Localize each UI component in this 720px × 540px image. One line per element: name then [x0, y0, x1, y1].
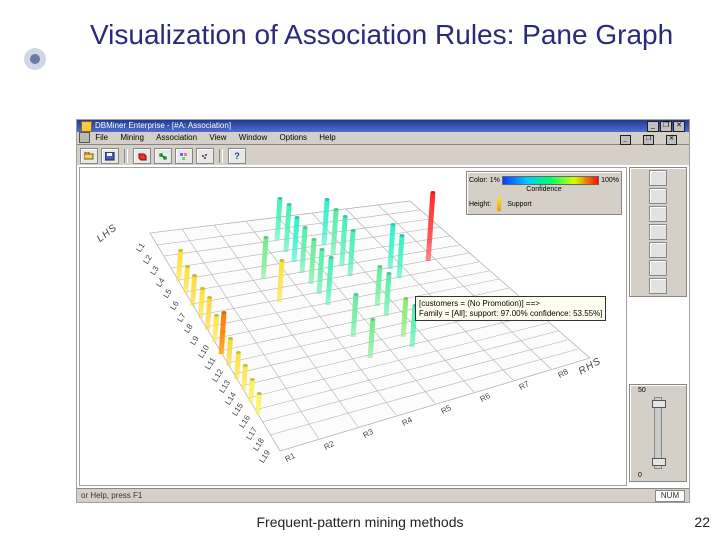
page-number: 22	[694, 514, 710, 530]
menu-view[interactable]: View	[209, 132, 226, 144]
statusbar-text: or Help, press F1	[81, 491, 142, 500]
tooltip-line1: [customers = (No Promotion)] ==>	[419, 299, 602, 309]
chart-floor: LHS RHS L1L2L3L4L5L6L7L8L9L10L11L12L13L1…	[90, 193, 600, 473]
statusbar-num: NUM	[655, 490, 685, 502]
legend-color-min: 1%	[490, 177, 500, 184]
legend-color-max: 100%	[601, 177, 619, 184]
cluster-icon[interactable]	[196, 148, 214, 164]
sub-close-button[interactable]: ✕	[666, 135, 677, 145]
select-icon[interactable]	[649, 224, 667, 240]
slide-footer: Frequent-pattern mining methods	[0, 514, 720, 530]
class-icon[interactable]	[175, 148, 193, 164]
cube-icon[interactable]	[133, 148, 151, 164]
help-icon[interactable]: ?	[228, 148, 246, 164]
maximize-button[interactable]: ❐	[660, 121, 672, 132]
legend-gradient	[502, 176, 599, 185]
app-icon	[81, 121, 92, 132]
slider-bottom-label: 0	[638, 472, 642, 479]
side-panel: 50 0	[629, 167, 687, 486]
sub-max-button[interactable]: ❐	[643, 135, 654, 145]
tooltip-line2: Family = [All]; support: 97.00% confiden…	[419, 309, 602, 319]
palette-icon[interactable]	[649, 278, 667, 294]
app-window: DBMiner Enterprise - [#A: Association] _…	[76, 119, 690, 503]
rule-tooltip: [customers = (No Promotion)] ==> Family …	[415, 296, 606, 321]
submenu-icon	[79, 132, 90, 143]
side-tool-palette	[629, 167, 687, 297]
statusbar: or Help, press F1 NUM	[77, 488, 689, 502]
bullet-decor	[24, 48, 46, 70]
info-icon[interactable]	[649, 242, 667, 258]
chart-canvas[interactable]: Color: 1% 100% Confidence Height: Suppor…	[79, 167, 627, 486]
save-icon[interactable]	[101, 148, 119, 164]
slider-thumb-low[interactable]	[652, 458, 666, 466]
toolbar-sep	[219, 149, 223, 163]
rotate-icon[interactable]	[649, 170, 667, 186]
menu-association[interactable]: Association	[156, 132, 197, 144]
menubar: File Mining Association View Window Opti…	[77, 132, 689, 145]
pan-icon[interactable]	[649, 206, 667, 222]
menu-file[interactable]: File	[95, 132, 108, 144]
sub-min-button[interactable]: _	[620, 135, 631, 145]
window-title: DBMiner Enterprise - [#A: Association]	[95, 120, 231, 132]
grid-icon[interactable]	[649, 260, 667, 276]
slide-title: Visualization of Association Rules: Pane…	[90, 18, 673, 52]
menu-mining[interactable]: Mining	[120, 132, 144, 144]
slider-thumb-high[interactable]	[652, 400, 666, 408]
workspace: Color: 1% 100% Confidence Height: Suppor…	[77, 165, 689, 488]
legend-color-measure: Confidence	[526, 186, 561, 193]
minimize-button[interactable]: _	[647, 121, 659, 132]
toolbar-sep	[124, 149, 128, 163]
threshold-slider[interactable]	[654, 397, 662, 469]
assoc-icon[interactable]	[154, 148, 172, 164]
close-button[interactable]: ✕	[673, 121, 685, 132]
menu-options[interactable]: Options	[279, 132, 307, 144]
slider-top-label: 50	[638, 387, 646, 394]
threshold-panel: 50 0	[629, 384, 687, 482]
legend-color-label: Color:	[469, 177, 488, 184]
open-icon[interactable]	[80, 148, 98, 164]
zoom-icon[interactable]	[649, 188, 667, 204]
menu-window[interactable]: Window	[239, 132, 267, 144]
titlebar[interactable]: DBMiner Enterprise - [#A: Association] _…	[77, 120, 689, 132]
menu-help[interactable]: Help	[319, 132, 335, 144]
